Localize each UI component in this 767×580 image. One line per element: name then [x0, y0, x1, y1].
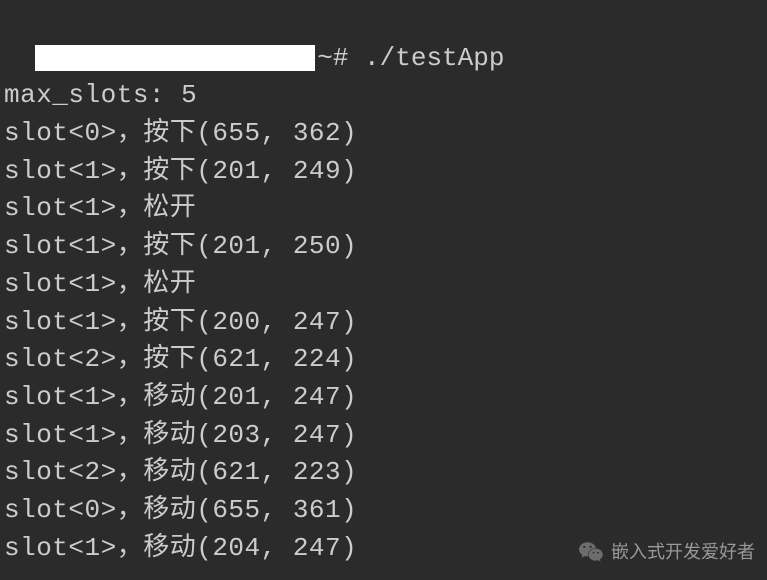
output-line: slot<0>，按下(655, 362) — [4, 115, 767, 153]
output-line: slot<2>，移动(621, 223) — [4, 454, 767, 492]
redacted-hostname — [35, 45, 315, 71]
output-line: slot<1>，按下(201, 250) — [4, 228, 767, 266]
output-line: slot<1>，按下(201, 249) — [4, 153, 767, 191]
terminal-prompt-line: ~# ./testApp — [4, 2, 767, 77]
prompt-suffix: ~# — [317, 43, 364, 73]
output-line: slot<0>，移动(655, 361) — [4, 492, 767, 530]
command-text: ./testApp — [364, 43, 504, 73]
output-line: slot<1>，移动(201, 247) — [4, 379, 767, 417]
output-header: max_slots: 5 — [4, 77, 767, 115]
output-line: slot<1>，松开 — [4, 266, 767, 304]
output-line: slot<1>，松开 — [4, 190, 767, 228]
wechat-icon — [577, 538, 605, 566]
output-line: slot<1>，移动(203, 247) — [4, 417, 767, 455]
output-line: slot<2>，按下(621, 224) — [4, 341, 767, 379]
watermark-text: 嵌入式开发爱好者 — [611, 539, 755, 565]
output-line: slot<1>，按下(200, 247) — [4, 304, 767, 342]
watermark: 嵌入式开发爱好者 — [577, 538, 755, 566]
